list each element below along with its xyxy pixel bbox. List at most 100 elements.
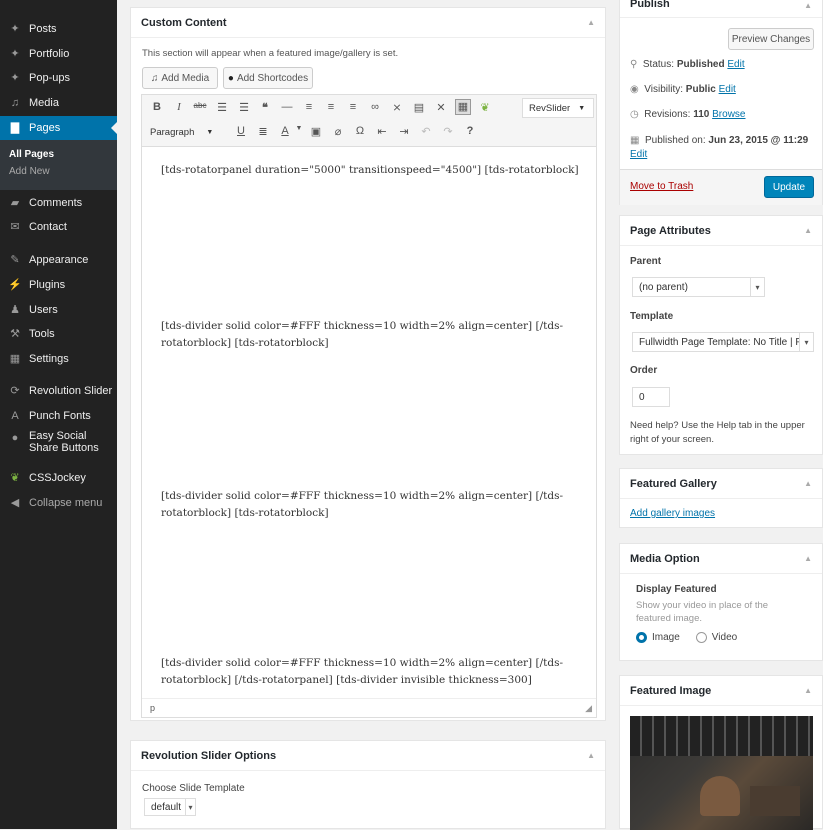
redo-icon[interactable]: ↷ [441,125,455,138]
paste-text-icon[interactable]: ▣ [309,125,323,138]
visibility-row: ◉ Visibility: Public Edit [630,84,736,95]
custom-content-box: Custom Content ▲ This section will appea… [130,7,606,721]
align-right-icon[interactable]: ≡ [346,101,360,113]
browse-revisions-link[interactable]: Browse [712,109,745,120]
edit-status-link[interactable]: Edit [727,59,744,70]
sidebar-item-users[interactable]: ♟ Users [0,298,117,322]
sidebar-item-punch-fonts[interactable]: A Punch Fonts [0,404,117,428]
revslider-label: RevSlider [529,102,571,114]
publish-header[interactable]: Publish ▲ [620,0,822,18]
sidebar-item-label: Punch Fonts [29,410,91,422]
sidebar-item-popups[interactable]: ✦ Pop-ups [0,66,117,90]
sidebar-item-plugins[interactable]: ⚡ Plugins [0,273,117,297]
order-input[interactable]: 0 [632,387,670,407]
sidebar-item-posts[interactable]: ✦ Posts [0,17,117,41]
preview-changes-button[interactable]: Preview Changes [728,28,814,50]
leaf-icon[interactable]: ❦ [478,101,492,114]
toggle-arrow-icon[interactable]: ▲ [804,479,812,488]
update-button[interactable]: Update [764,176,814,198]
sidebar-item-revolution-slider[interactable]: ⟳ Revolution Slider [0,379,117,403]
add-shortcodes-button[interactable]: ● Add Shortcodes [223,67,313,89]
link-icon[interactable]: ∞ [368,101,382,113]
read-more-icon[interactable]: ▤ [412,101,426,114]
fullscreen-icon[interactable]: ✕ [434,101,448,114]
outdent-icon[interactable]: ⇤ [375,125,389,138]
sidebar-item-settings[interactable]: ▦ Settings [0,347,117,371]
featured-image-header[interactable]: Featured Image ▲ [620,676,822,706]
current-arrow [111,122,117,134]
sidebar-item-tools[interactable]: ⚒ Tools [0,322,117,346]
justify-icon[interactable]: ≣ [256,125,270,138]
toggle-arrow-icon[interactable]: ▲ [804,226,812,235]
editor-paragraph: [tds-divider solid color=#FFF thickness=… [161,490,563,519]
custom-content-header[interactable]: Custom Content ▲ [131,8,605,38]
underline-icon[interactable]: U [234,125,248,137]
element-path: p [150,703,156,713]
pages-icon: ▇ [10,121,20,134]
unlink-icon[interactable]: ⨯ [390,101,404,114]
toggle-arrow-icon[interactable]: ▲ [587,18,595,27]
featured-gallery-header[interactable]: Featured Gallery ▲ [620,469,822,499]
brush-icon: ✎ [10,253,20,266]
edit-visibility-link[interactable]: Edit [719,84,736,95]
sidebar-item-contact[interactable]: ✉ Contact [0,215,117,239]
comments-icon: ▰ [10,196,20,209]
template-select[interactable]: Fullwidth Page Template: No Title | F ▾ [632,332,814,352]
bullet-list-icon[interactable]: ☰ [215,101,229,114]
toggle-arrow-icon[interactable]: ▲ [804,686,812,695]
clear-formatting-icon[interactable]: ⌀ [331,125,345,138]
text-color-icon[interactable]: A [278,125,292,137]
sidebar-item-cssjockey[interactable]: ❦ CSSJockey [0,466,117,490]
align-left-icon[interactable]: ≡ [302,101,316,113]
toggle-arrow-icon[interactable]: ▲ [804,554,812,563]
radio-image[interactable] [636,632,647,643]
undo-icon[interactable]: ↶ [419,125,433,138]
edit-date-link[interactable]: Edit [630,149,647,160]
sidebar-item-portfolio[interactable]: ✦ Portfolio [0,42,117,66]
media-option-header[interactable]: Media Option ▲ [620,544,822,574]
page-attributes-header[interactable]: Page Attributes ▲ [620,216,822,246]
format-select[interactable]: Paragraph ▼ [150,123,222,141]
horizontal-line-icon[interactable]: — [280,101,294,113]
strikethrough-icon[interactable]: abc [193,101,207,110]
featured-image-thumbnail[interactable] [630,716,813,830]
media-option-description: Show your video in place of the featured… [636,600,769,624]
submenu-all-pages[interactable]: All Pages [9,149,54,160]
sidebar-item-collapse-menu[interactable]: ◀ Collapse menu [0,491,117,515]
chevron-down-icon[interactable]: ▼ [292,125,306,132]
sidebar-item-appearance[interactable]: ✎ Appearance [0,248,117,272]
parent-select[interactable]: (no parent) ▾ [632,277,765,297]
resize-handle-icon[interactable]: ◢ [585,699,592,717]
media-option-radios: Image Video [636,632,737,643]
chevron-down-icon: ▾ [750,278,764,296]
blockquote-icon[interactable]: ❝ [258,101,272,114]
toggle-arrow-icon[interactable]: ▲ [587,751,595,760]
sidebar-item-comments[interactable]: ▰ Comments [0,191,117,215]
publish-actions: Move to Trash Update [620,169,822,205]
sidebar-item-pages[interactable]: ▇ Pages [0,116,117,140]
parent-label: Parent [630,256,662,267]
sidebar-item-media[interactable]: ♫ Media [0,91,117,115]
toolbar-toggle-icon[interactable]: ▦ [455,99,471,115]
indent-icon[interactable]: ⇥ [397,125,411,138]
bold-icon[interactable]: B [150,101,164,113]
pushpin-icon: ✦ [10,47,20,60]
align-center-icon[interactable]: ≡ [324,101,338,113]
numbered-list-icon[interactable]: ☰ [237,101,251,114]
help-icon[interactable]: ? [463,125,477,137]
calendar-icon: ▦ [630,135,640,146]
rev-slider-header[interactable]: Revolution Slider Options ▲ [131,741,605,771]
toggle-arrow-icon[interactable]: ▲ [804,1,812,10]
move-to-trash-link[interactable]: Move to Trash [630,181,693,192]
editor-content[interactable]: [tds-rotatorpanel duration="5000" transi… [142,148,596,693]
format-select-label: Paragraph [150,126,195,138]
add-media-button[interactable]: ♫ Add Media [142,67,218,89]
submenu-add-new[interactable]: Add New [9,166,50,177]
radio-video[interactable] [695,632,707,643]
italic-icon[interactable]: I [172,101,186,113]
add-gallery-images-link[interactable]: Add gallery images [630,508,715,519]
special-character-icon[interactable]: Ω [353,125,367,137]
revslider-dropdown[interactable]: RevSlider ▼ [522,98,594,118]
sidebar-item-easy-social-share[interactable]: ● Easy Social Share Buttons [0,430,117,462]
slide-template-select[interactable]: default ▾ [144,798,196,816]
